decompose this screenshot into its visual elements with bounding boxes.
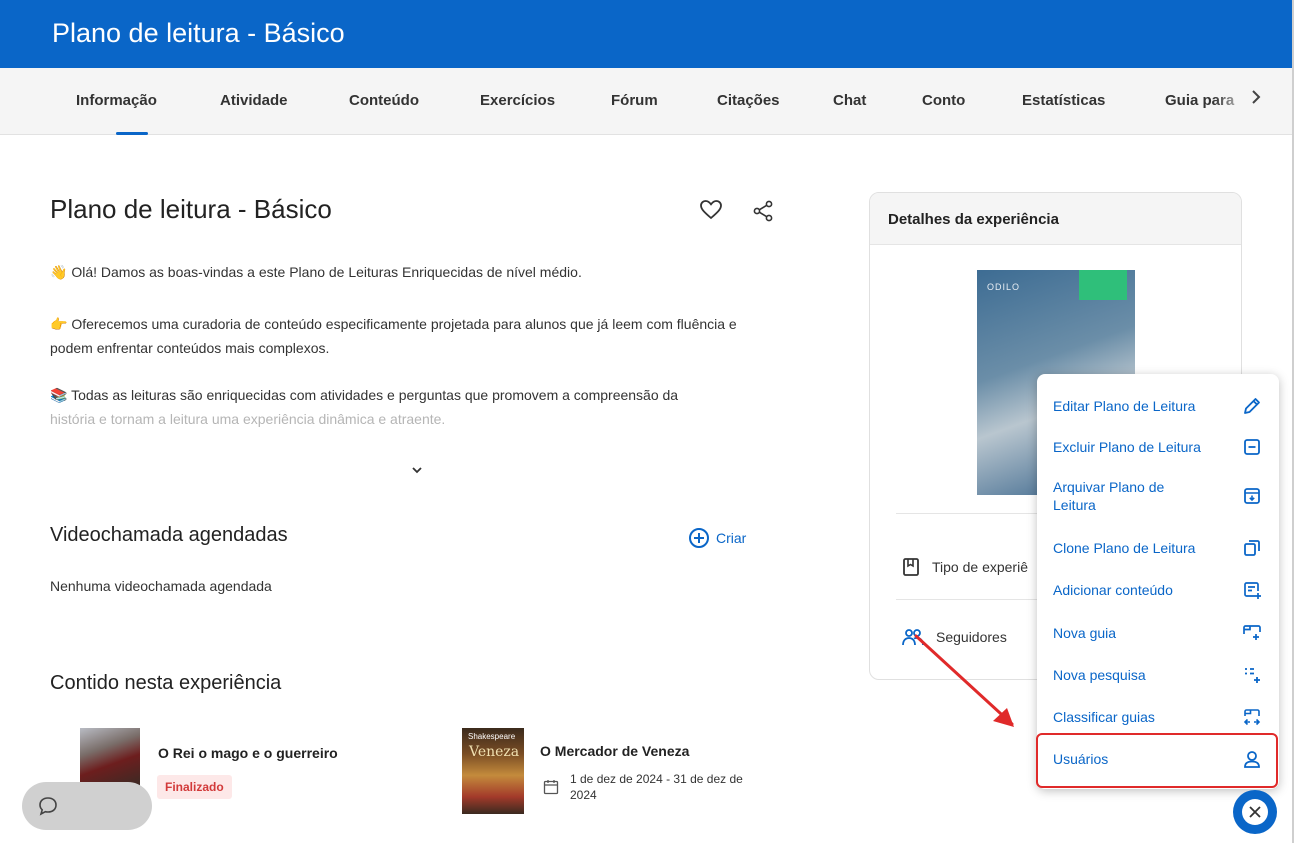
intro-paragraph-4: história e tornam a leitura uma experiên… [50, 411, 446, 427]
tab-chat[interactable]: Chat [833, 92, 866, 109]
add-content-icon [1241, 580, 1263, 600]
plus-circle-icon [689, 528, 709, 548]
menu-item-clone[interactable]: Clone Plano de Leitura [1053, 538, 1263, 558]
card-header: Detalhes da experiência [870, 193, 1241, 245]
book-cover-mercador[interactable]: Shakespeare Veneza [462, 728, 524, 814]
book-cover-rei-mago[interactable] [80, 728, 140, 786]
new-survey-icon [1241, 665, 1263, 685]
new-tab-icon [1241, 623, 1263, 643]
page: Plano de leitura - Básico Informação Ati… [0, 0, 1298, 843]
close-icon [1242, 799, 1268, 825]
window-border [1292, 0, 1294, 843]
experience-type-row: Tipo de experiê [902, 557, 1028, 577]
menu-item-sort-tabs[interactable]: Classificar guias [1053, 707, 1263, 727]
tab-atividade[interactable]: Atividade [220, 92, 288, 109]
contents-heading: Contido nesta experiência [50, 672, 282, 694]
menu-item-archive[interactable]: Arquivar Plano de Leitura [1053, 478, 1263, 514]
videocalls-heading: Videochamada agendadas [50, 524, 288, 546]
status-badge: Finalizado [157, 775, 232, 799]
cover-title: Veneza [469, 744, 520, 760]
menu-item-label: Nova guia [1053, 625, 1117, 641]
calendar-icon [543, 779, 559, 800]
create-button[interactable]: Criar [688, 527, 746, 549]
book-icon [903, 558, 919, 576]
book-title-1[interactable]: O Rei o mago e o guerreiro [158, 745, 338, 761]
videocalls-empty: Nenhuma videochamada agendada [50, 578, 272, 594]
create-label: Criar [716, 530, 747, 546]
minus-box-icon [1241, 437, 1263, 457]
experience-type-label: Tipo de experiê [932, 559, 1028, 575]
cover-ribbon [1079, 270, 1127, 300]
menu-item-label: Nova pesquisa [1053, 667, 1146, 683]
tab-exercicios[interactable]: Exercícios [480, 92, 555, 109]
menu-item-new-tab[interactable]: Nova guia [1053, 623, 1263, 643]
intro-paragraph-2: 👉 Oferecemos uma curadoria de conteúdo e… [50, 316, 737, 356]
tab-fade [1213, 90, 1253, 112]
followers-label: Seguidores [936, 629, 1007, 645]
options-menu: Editar Plano de Leitura Excluir Plano de… [1037, 374, 1279, 789]
menu-item-delete[interactable]: Excluir Plano de Leitura [1053, 437, 1263, 457]
top-header: Plano de leitura - Básico [0, 0, 1292, 68]
cover-logo: ODILO [987, 282, 1021, 292]
menu-item-label: Clone Plano de Leitura [1053, 540, 1196, 556]
tab-conteudo[interactable]: Conteúdo [349, 92, 419, 109]
menu-item-label: Arquivar Plano de Leitura [1053, 479, 1165, 513]
tab-informacao[interactable]: Informação [76, 92, 157, 135]
archive-icon [1241, 486, 1263, 506]
page-title: Plano de leitura - Básico [50, 194, 332, 224]
cover-author: Shakespeare [468, 732, 516, 741]
pencil-icon [1241, 396, 1263, 416]
menu-item-label: Editar Plano de Leitura [1053, 398, 1196, 414]
highlight-box [1036, 733, 1278, 788]
menu-item-label: Adicionar conteúdo [1053, 582, 1173, 598]
tab-estatisticas[interactable]: Estatísticas [1022, 92, 1105, 109]
followers-icon [902, 629, 924, 646]
followers-row[interactable]: Seguidores [902, 627, 1007, 647]
chevron-right-icon[interactable] [1250, 88, 1262, 111]
chat-button[interactable] [22, 782, 152, 830]
tab-citacoes[interactable]: Citações [717, 92, 780, 109]
menu-item-label: Classificar guias [1053, 709, 1155, 725]
chat-bubble-icon [39, 797, 57, 816]
copy-icon [1241, 538, 1263, 558]
intro-paragraph-1: 👋 Olá! Damos as boas-vindas a este Plano… [50, 264, 582, 280]
close-menu-button[interactable] [1233, 790, 1277, 834]
date-range: 1 de dez de 2024 - 31 de dez de 2024 [570, 772, 743, 802]
card-title: Detalhes da experiência [888, 211, 1059, 228]
tab-bar: Informação Atividade Conteúdo Exercícios… [0, 68, 1292, 135]
menu-item-label: Excluir Plano de Leitura [1053, 439, 1201, 455]
heart-icon[interactable] [700, 200, 722, 225]
tab-forum[interactable]: Fórum [611, 92, 658, 109]
intro-paragraph-3: 📚 Todas as leituras são enriquecidas com… [50, 387, 679, 403]
sort-tabs-icon [1241, 707, 1263, 727]
book-title-2[interactable]: O Mercador de Veneza [540, 743, 689, 759]
menu-item-edit[interactable]: Editar Plano de Leitura [1053, 396, 1263, 416]
menu-item-add-content[interactable]: Adicionar conteúdo [1053, 580, 1263, 600]
share-icon[interactable] [752, 200, 774, 227]
chevron-down-icon[interactable] [410, 462, 424, 480]
menu-item-new-survey[interactable]: Nova pesquisa [1053, 665, 1263, 685]
header-title: Plano de leitura - Básico [52, 18, 345, 48]
tab-conto[interactable]: Conto [922, 92, 965, 109]
